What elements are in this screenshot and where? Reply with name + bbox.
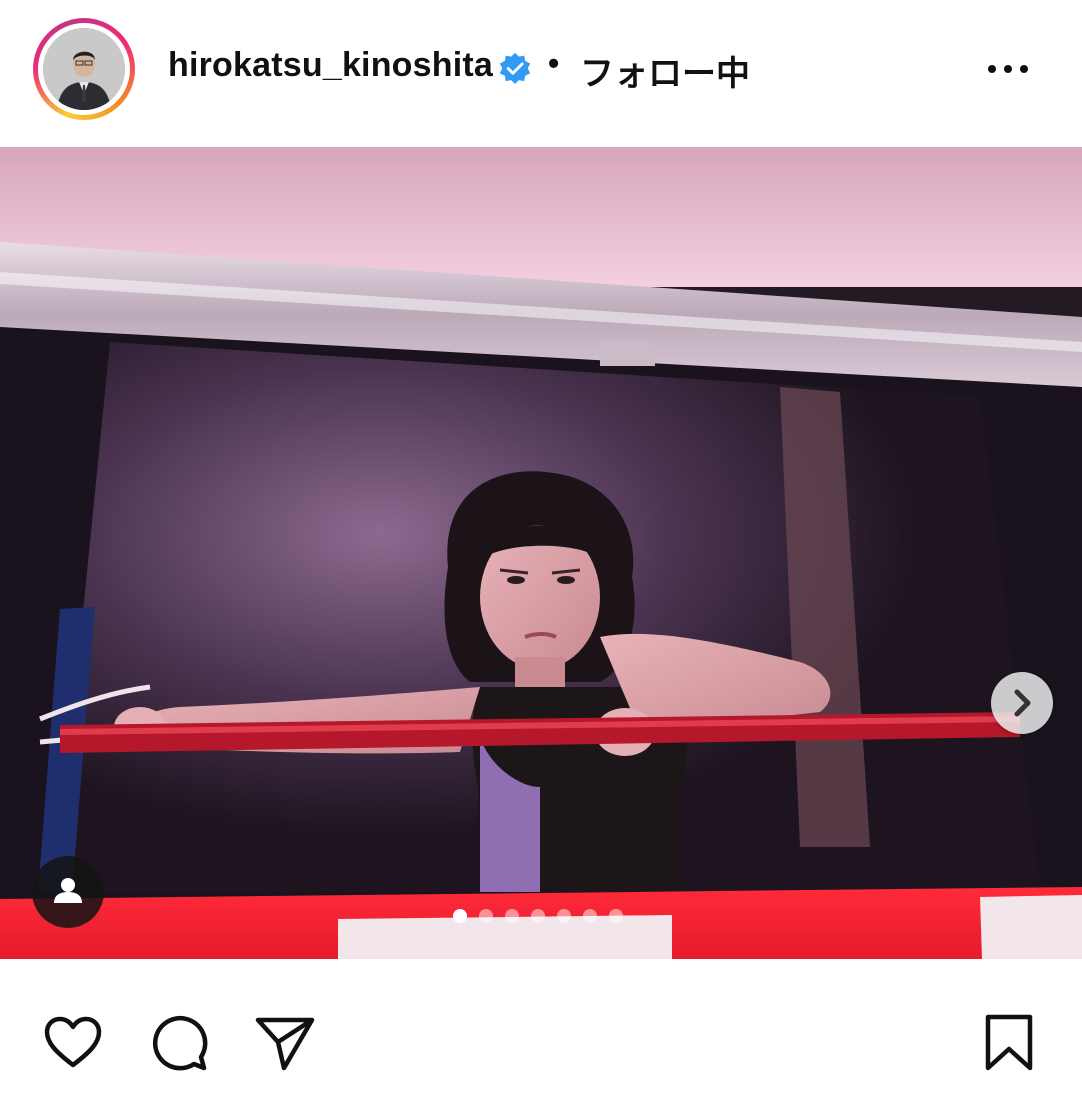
avatar-border [38, 23, 130, 115]
carousel-dot [531, 909, 545, 923]
next-image-button[interactable] [991, 672, 1053, 734]
tagged-users-button[interactable] [32, 856, 104, 928]
more-options-icon[interactable] [984, 54, 1032, 84]
carousel-dot [453, 909, 467, 923]
post-header: hirokatsu_kinoshita • フォロー中 [0, 0, 1082, 140]
avatar-person-image [43, 28, 125, 110]
comment-icon[interactable] [148, 1012, 210, 1074]
user-tag-icon [54, 878, 82, 903]
carousel-dot [609, 909, 623, 923]
story-ring[interactable] [33, 18, 135, 120]
username[interactable]: hirokatsu_kinoshita [168, 46, 493, 85]
carousel-dot [505, 909, 519, 923]
carousel-dot [479, 909, 493, 923]
separator-dot: • [548, 45, 560, 81]
chevron-right-icon [1014, 689, 1031, 717]
verified-badge-icon [499, 52, 531, 84]
post-media[interactable] [0, 147, 1082, 959]
bookmark-icon[interactable] [978, 1012, 1040, 1074]
carousel-dot [583, 909, 597, 923]
heart-icon[interactable] [42, 1012, 104, 1074]
carousel-indicator [453, 909, 623, 923]
send-icon[interactable] [254, 1012, 316, 1074]
post-photo [0, 147, 1082, 959]
avatar[interactable] [43, 28, 125, 110]
following-button[interactable]: フォロー中 [580, 46, 750, 95]
carousel-dot [557, 909, 571, 923]
